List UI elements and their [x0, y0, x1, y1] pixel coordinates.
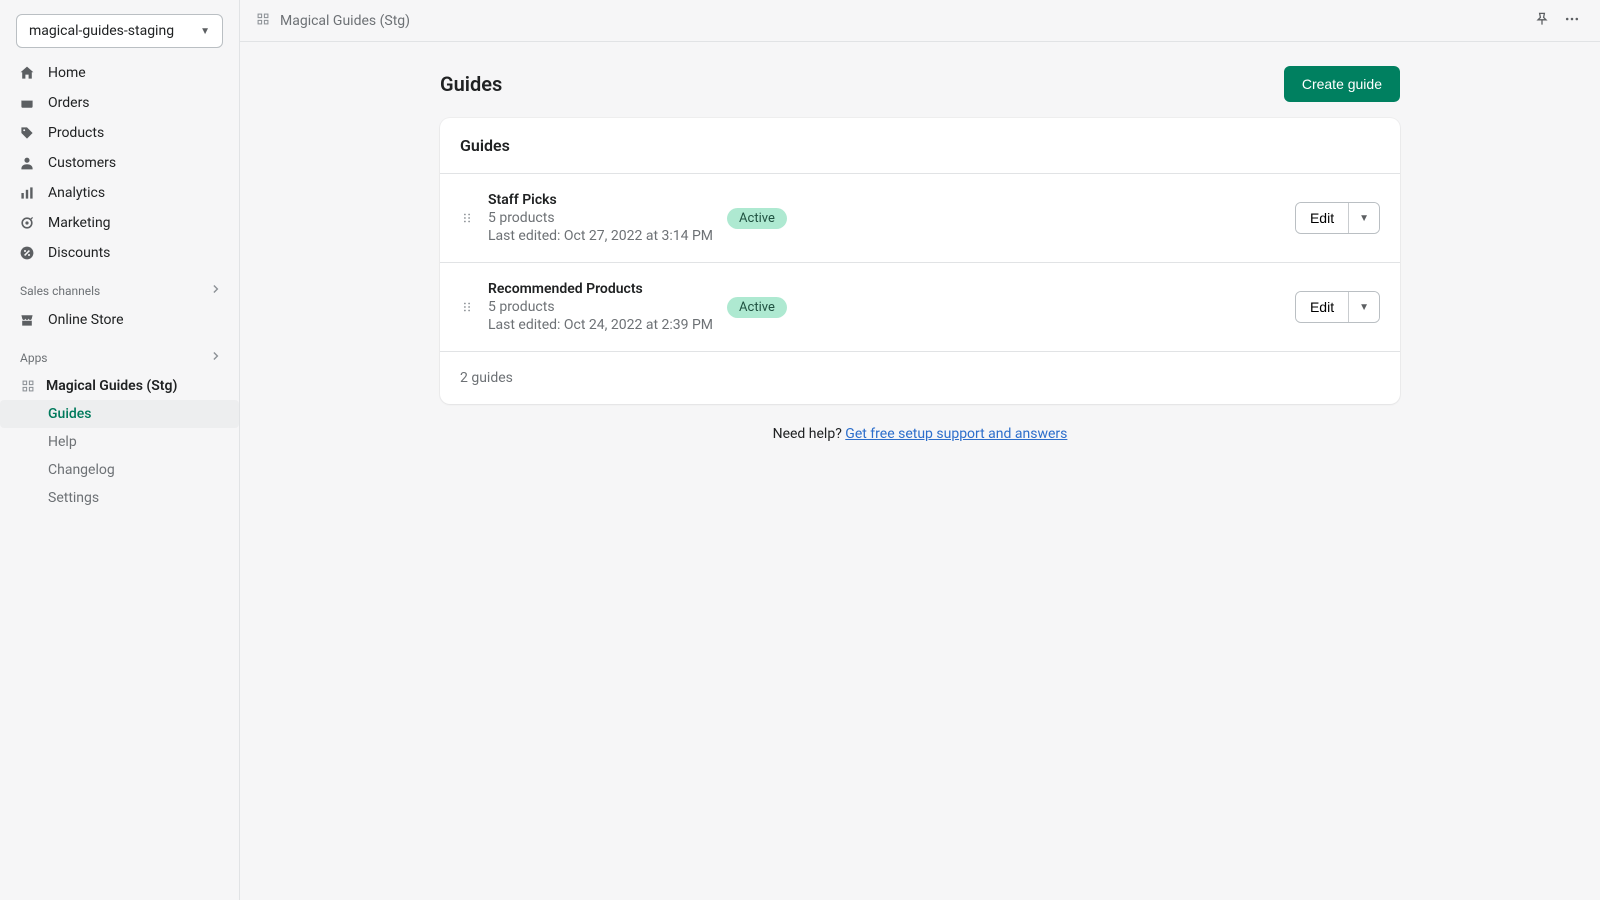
card-header: Guides [440, 118, 1400, 174]
nav-orders[interactable]: Orders [8, 88, 231, 118]
sales-channels-header: Sales channels [0, 268, 239, 305]
drag-handle-icon[interactable] [460, 211, 474, 225]
app-magical-guides[interactable]: Magical Guides (Stg) [0, 372, 239, 400]
app-subitem-guides[interactable]: Guides [0, 400, 239, 428]
nav-customers-label: Customers [48, 155, 116, 171]
nav-orders-label: Orders [48, 95, 90, 111]
drag-handle-icon[interactable] [460, 300, 474, 314]
guide-meta: Last edited: Oct 27, 2022 at 3:14 PM [488, 228, 713, 244]
nav-home[interactable]: Home [8, 58, 231, 88]
guide-info: Staff Picks 5 products Last edited: Oct … [488, 192, 713, 244]
store-icon [18, 311, 36, 329]
content: Guides Create guide Guides Staff Picks 5… [440, 42, 1400, 488]
app-subnav: Guides Help Changelog Settings [0, 400, 239, 512]
primary-nav: Home Orders Products Customers Analytics… [0, 58, 239, 268]
store-switcher-label: magical-guides-staging [29, 23, 174, 39]
analytics-icon [18, 184, 36, 202]
guide-row: Recommended Products 5 products Last edi… [440, 263, 1400, 352]
nav-marketing[interactable]: Marketing [8, 208, 231, 238]
pin-icon[interactable] [1534, 11, 1550, 31]
nav-marketing-label: Marketing [48, 215, 111, 231]
store-switcher[interactable]: magical-guides-staging ▼ [16, 14, 223, 48]
status-col: Active [727, 208, 837, 229]
chevron-right-icon[interactable] [209, 349, 223, 366]
nav-products[interactable]: Products [8, 118, 231, 148]
topbar: Magical Guides (Stg) [240, 0, 1600, 42]
nav-discounts-label: Discounts [48, 245, 110, 261]
guide-title: Recommended Products [488, 281, 713, 297]
customers-icon [18, 154, 36, 172]
guide-subtitle: 5 products [488, 210, 713, 226]
sidebar: magical-guides-staging ▼ Home Orders Pro… [0, 0, 240, 900]
main: Magical Guides (Stg) Guides Create guide… [240, 0, 1600, 900]
sales-channels-label: Sales channels [20, 284, 100, 298]
guide-row: Staff Picks 5 products Last edited: Oct … [440, 174, 1400, 263]
status-badge: Active [727, 208, 787, 229]
help-prefix: Need help? [773, 426, 846, 442]
breadcrumb-label: Magical Guides (Stg) [280, 13, 410, 29]
nav-analytics[interactable]: Analytics [8, 178, 231, 208]
help-link[interactable]: Get free setup support and answers [845, 426, 1067, 442]
nav-customers[interactable]: Customers [8, 148, 231, 178]
guides-card: Guides Staff Picks 5 products Last edite… [440, 118, 1400, 404]
app-icon [20, 378, 36, 394]
page-header: Guides Create guide [440, 66, 1400, 118]
discounts-icon [18, 244, 36, 262]
guide-info: Recommended Products 5 products Last edi… [488, 281, 713, 333]
marketing-icon [18, 214, 36, 232]
page-title: Guides [440, 72, 502, 96]
caret-down-icon: ▼ [200, 26, 210, 37]
app-subitem-help[interactable]: Help [0, 428, 239, 456]
edit-button-group: Edit ▼ [1295, 291, 1380, 323]
nav-online-store-label: Online Store [48, 312, 124, 328]
app-subitem-changelog[interactable]: Changelog [0, 456, 239, 484]
status-badge: Active [727, 297, 787, 318]
nav-online-store[interactable]: Online Store [8, 305, 231, 335]
help-row: Need help? Get free setup support and an… [440, 404, 1400, 464]
chevron-right-icon[interactable] [209, 282, 223, 299]
more-icon[interactable] [1564, 11, 1580, 31]
apps-label: Apps [20, 351, 48, 365]
nav-analytics-label: Analytics [48, 185, 105, 201]
guide-meta: Last edited: Oct 24, 2022 at 2:39 PM [488, 317, 713, 333]
card-footer: 2 guides [440, 352, 1400, 404]
nav-home-label: Home [48, 65, 86, 81]
app-subitem-settings[interactable]: Settings [0, 484, 239, 512]
orders-icon [18, 94, 36, 112]
breadcrumb: Magical Guides (Stg) [256, 12, 410, 30]
nav-discounts[interactable]: Discounts [8, 238, 231, 268]
app-parent-label: Magical Guides (Stg) [46, 378, 177, 394]
guide-title: Staff Picks [488, 192, 713, 208]
app-icon [256, 12, 270, 30]
nav-products-label: Products [48, 125, 104, 141]
guide-subtitle: 5 products [488, 299, 713, 315]
products-icon [18, 124, 36, 142]
edit-dropdown-button[interactable]: ▼ [1348, 203, 1379, 233]
edit-dropdown-button[interactable]: ▼ [1348, 292, 1379, 322]
status-col: Active [727, 297, 837, 318]
edit-button-group: Edit ▼ [1295, 202, 1380, 234]
edit-button[interactable]: Edit [1296, 292, 1348, 322]
create-guide-button[interactable]: Create guide [1284, 66, 1400, 102]
sales-channels-list: Online Store [0, 305, 239, 335]
apps-header: Apps [0, 335, 239, 372]
home-icon [18, 64, 36, 82]
topbar-actions [1534, 11, 1580, 31]
edit-button[interactable]: Edit [1296, 203, 1348, 233]
